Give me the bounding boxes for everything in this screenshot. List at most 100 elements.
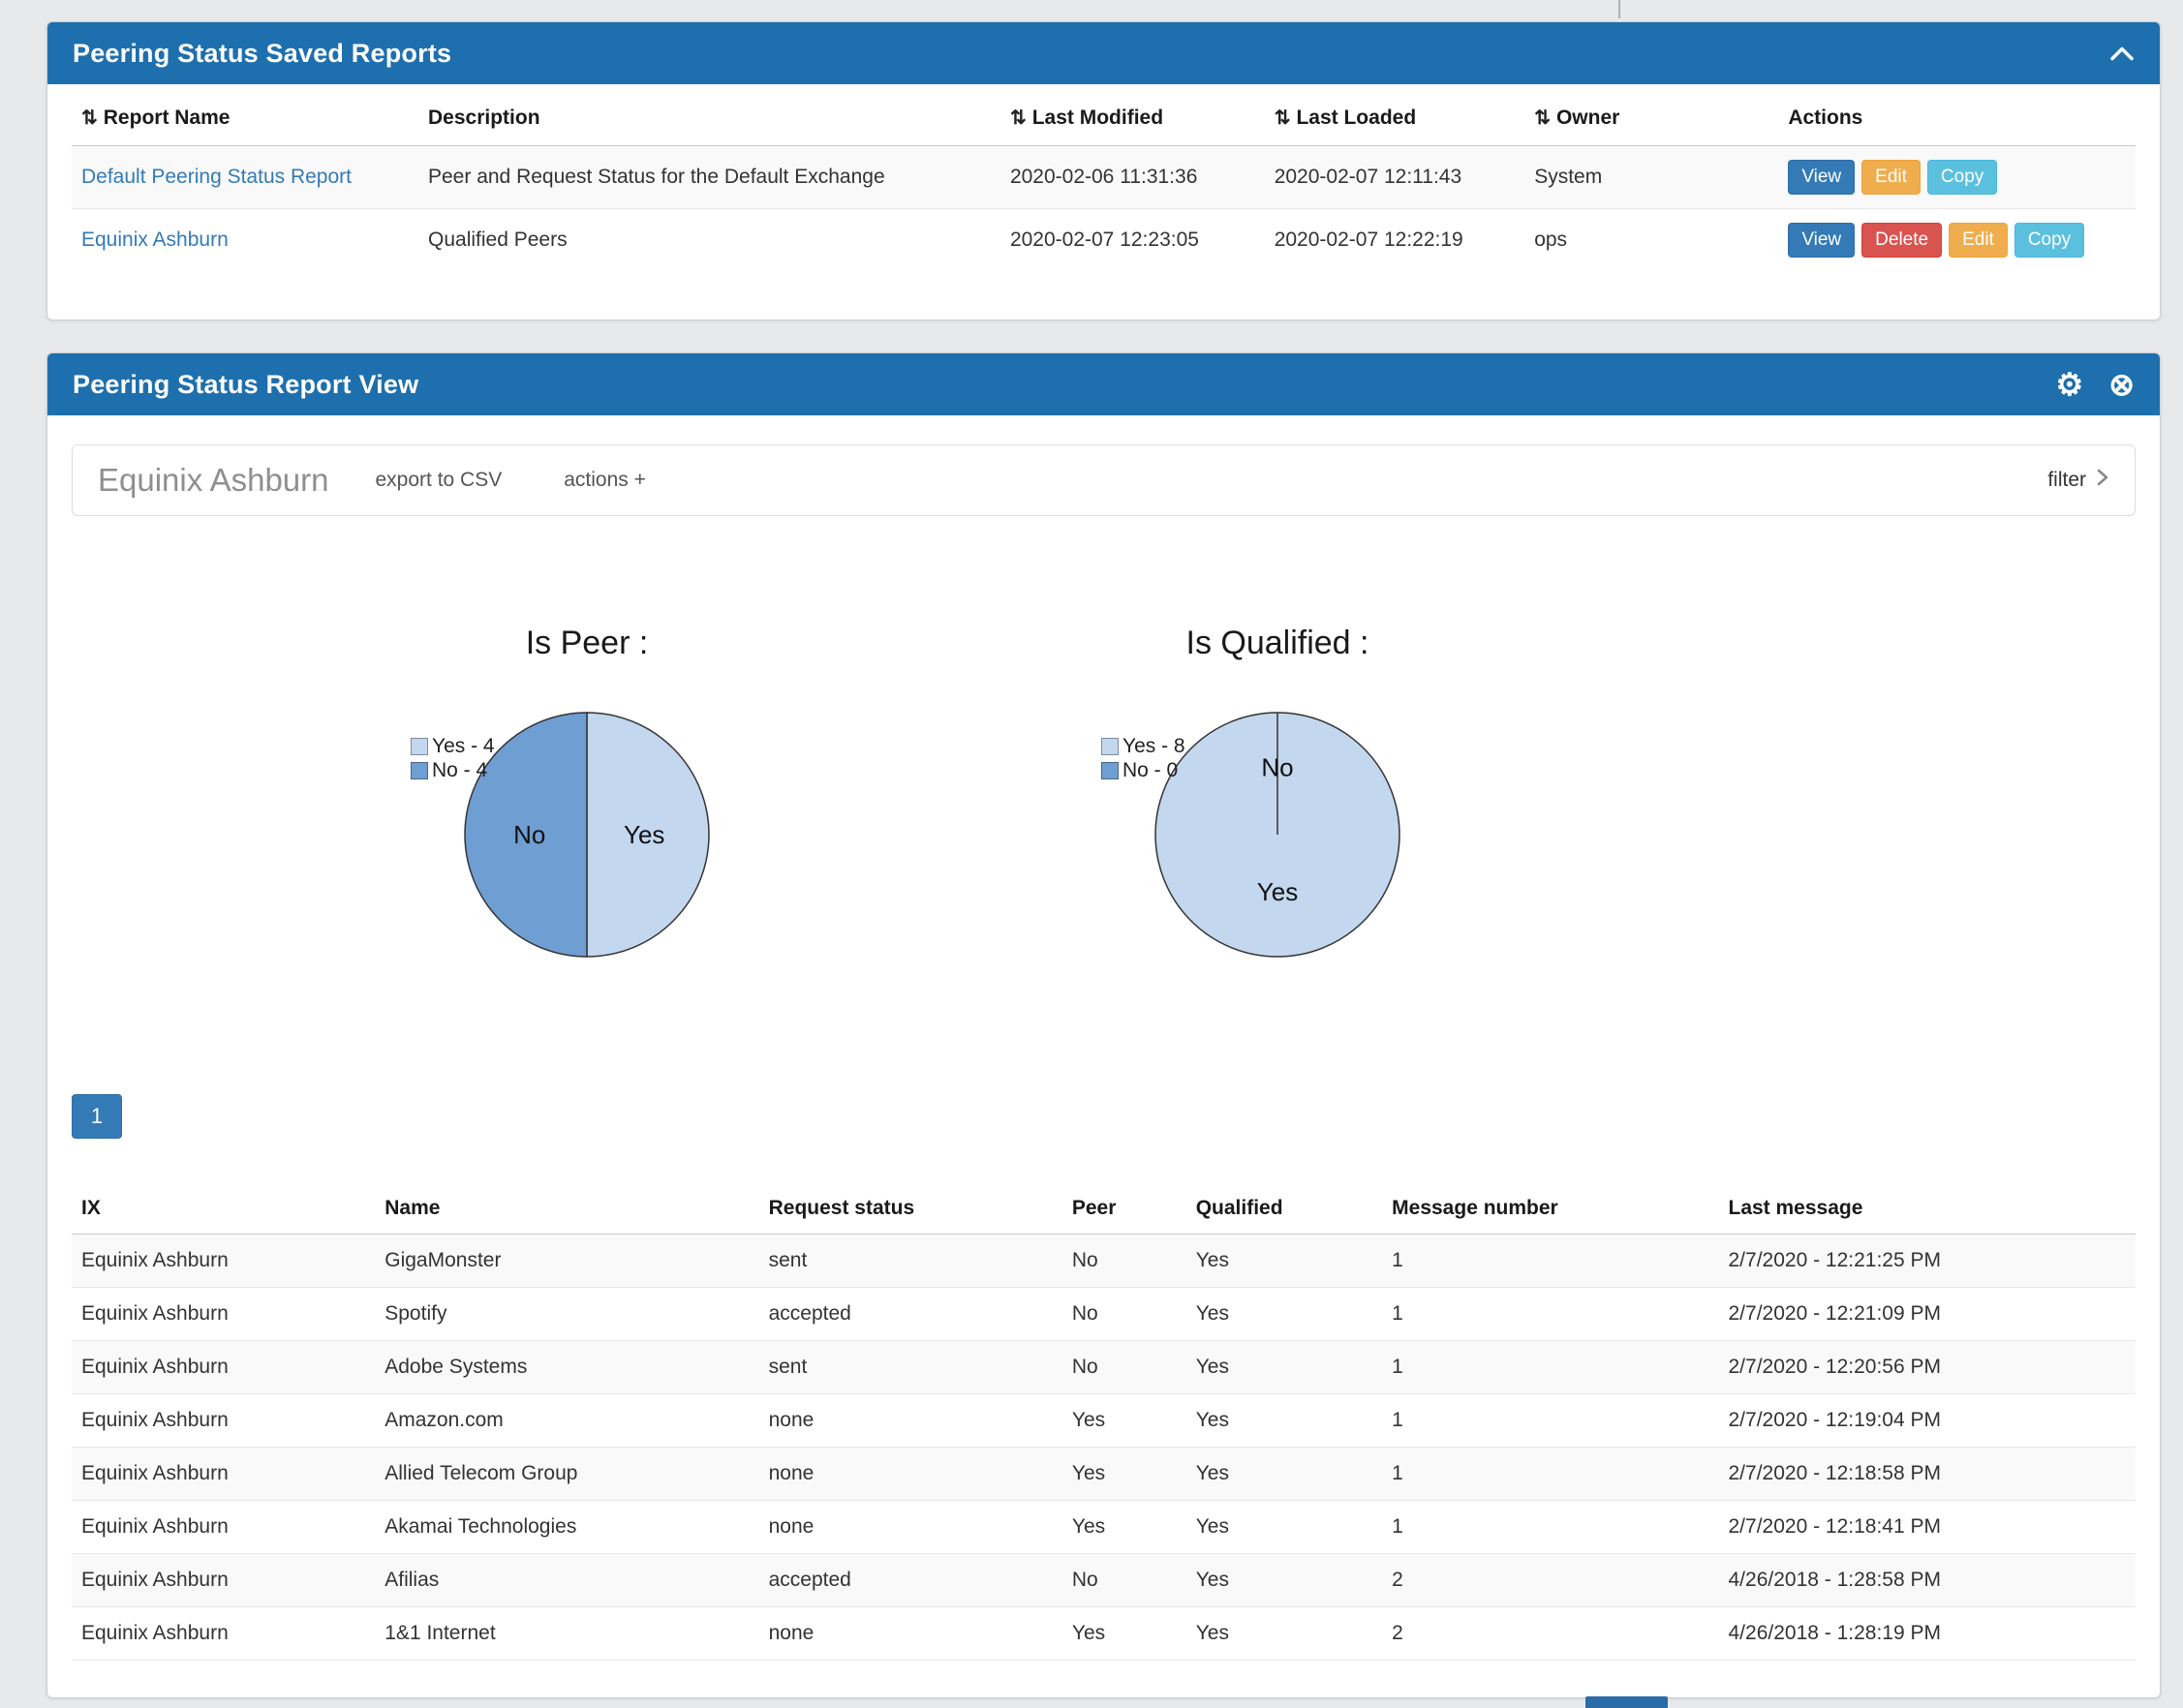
- cell-ix: Equinix Ashburn: [72, 1341, 375, 1394]
- svg-text:No: No: [513, 820, 545, 849]
- result-row: Equinix Ashburn Allied Telecom Group non…: [72, 1448, 2136, 1501]
- col-label: Last Modified: [1032, 107, 1163, 129]
- edit-button[interactable]: Edit: [1861, 160, 1921, 195]
- edit-button[interactable]: Edit: [1949, 223, 2008, 258]
- cell-name: Allied Telecom Group: [375, 1448, 758, 1501]
- report-last-modified-cell: 2020-02-06 11:31:36: [1000, 146, 1265, 209]
- report-link[interactable]: Equinix Ashburn: [81, 229, 229, 251]
- saved-reports-panel-header: Peering Status Saved Reports: [47, 22, 2160, 84]
- legend-label: Yes - 8: [1122, 734, 1185, 758]
- cell-peer: Yes: [1062, 1607, 1186, 1661]
- scrollbar-artifact: [1618, 0, 1620, 18]
- report-link[interactable]: Default Peering Status Report: [81, 166, 352, 188]
- view-button[interactable]: View: [1788, 223, 1855, 258]
- cell-qualified: Yes: [1186, 1341, 1382, 1394]
- legend-item: No - 0: [1101, 758, 1185, 782]
- cell-qualified: Yes: [1186, 1554, 1382, 1607]
- saved-reports-header-row: ⇅Report Name Description ⇅Last Modified …: [72, 90, 2136, 146]
- results-table: IX Name Request status Peer Qualified Me…: [72, 1183, 2136, 1661]
- cell-last-message: 2/7/2020 - 12:21:09 PM: [1719, 1288, 2137, 1341]
- col-last-loaded[interactable]: ⇅Last Loaded: [1265, 90, 1525, 146]
- cell-request-status: accepted: [759, 1554, 1062, 1607]
- cell-name: Spotify: [375, 1288, 758, 1341]
- svg-text:No: No: [1261, 753, 1293, 782]
- cell-qualified: Yes: [1186, 1501, 1382, 1554]
- cell-ix: Equinix Ashburn: [72, 1501, 375, 1554]
- close-icon[interactable]: ⊗: [2108, 369, 2135, 400]
- cell-name: Akamai Technologies: [375, 1501, 758, 1554]
- gear-icon[interactable]: ⚙: [2056, 369, 2084, 400]
- svg-text:Yes: Yes: [624, 820, 664, 849]
- report-last-loaded-cell: 2020-02-07 12:11:43: [1265, 146, 1525, 209]
- chart-body: Yes - 4 No - 4 Yes No: [287, 709, 887, 1021]
- view-button[interactable]: View: [1788, 160, 1855, 195]
- cell-peer: No: [1062, 1235, 1186, 1288]
- cell-message-number: 1: [1382, 1501, 1718, 1554]
- pagination-page-1[interactable]: 1: [72, 1094, 122, 1139]
- result-row: Equinix Ashburn Adobe Systems sent No Ye…: [72, 1341, 2136, 1394]
- report-row: Default Peering Status Report Peer and R…: [72, 146, 2136, 209]
- result-row: Equinix Ashburn GigaMonster sent No Yes …: [72, 1235, 2136, 1288]
- cell-last-message: 2/7/2020 - 12:20:56 PM: [1719, 1341, 2137, 1394]
- cell-peer: Yes: [1062, 1501, 1186, 1554]
- cell-request-status: none: [759, 1448, 1062, 1501]
- cell-qualified: Yes: [1186, 1288, 1382, 1341]
- legend-swatch: [411, 762, 428, 779]
- report-owner-cell: ops: [1524, 209, 1778, 272]
- legend-label: Yes - 4: [432, 734, 495, 758]
- cell-last-message: 2/7/2020 - 12:19:04 PM: [1719, 1394, 2137, 1448]
- sort-icon[interactable]: ⇅: [1010, 107, 1027, 129]
- copy-button[interactable]: Copy: [2014, 223, 2084, 258]
- filter-toggle[interactable]: filter: [2047, 468, 2109, 493]
- report-toolbar: Equinix Ashburn export to CSV actions + …: [72, 444, 2136, 516]
- col-actions: Actions: [1778, 90, 2136, 146]
- actions-menu-link[interactable]: actions +: [564, 469, 646, 492]
- legend-item: Yes - 8: [1101, 734, 1185, 758]
- cell-last-message: 4/26/2018 - 1:28:19 PM: [1719, 1607, 2137, 1661]
- cell-request-status: none: [759, 1607, 1062, 1661]
- cell-message-number: 1: [1382, 1448, 1718, 1501]
- cell-message-number: 2: [1382, 1607, 1718, 1661]
- cell-ix: Equinix Ashburn: [72, 1554, 375, 1607]
- cell-qualified: Yes: [1186, 1448, 1382, 1501]
- legend-swatch: [411, 738, 428, 755]
- copy-button[interactable]: Copy: [1927, 160, 1997, 195]
- result-row: Equinix Ashburn 1&1 Internet none Yes Ye…: [72, 1607, 2136, 1661]
- results-header-row: IX Name Request status Peer Qualified Me…: [72, 1183, 2136, 1235]
- report-description-cell: Qualified Peers: [418, 209, 1000, 272]
- delete-button[interactable]: Delete: [1861, 223, 1942, 258]
- report-name-cell: Default Peering Status Report: [72, 146, 418, 209]
- cell-ix: Equinix Ashburn: [72, 1448, 375, 1501]
- pie-chart-is-peer: Is Peer : Yes - 4 No - 4 Yes No: [287, 625, 887, 1021]
- cell-ix: Equinix Ashburn: [72, 1607, 375, 1661]
- export-csv-link[interactable]: export to CSV: [376, 469, 503, 492]
- col-report-name[interactable]: ⇅ Report Name: [72, 90, 418, 146]
- col-last-modified[interactable]: ⇅Last Modified: [1000, 90, 1265, 146]
- cell-request-status: none: [759, 1501, 1062, 1554]
- chart-title: Is Qualified :: [977, 625, 1578, 662]
- collapse-chevron-up-icon[interactable]: [2109, 46, 2135, 62]
- cell-ix: Equinix Ashburn: [72, 1235, 375, 1288]
- cell-name: 1&1 Internet: [375, 1607, 758, 1661]
- col-request-status: Request status: [759, 1183, 1062, 1235]
- sort-icon[interactable]: ⇅: [1275, 107, 1291, 129]
- cell-qualified: Yes: [1186, 1607, 1382, 1661]
- col-label: Report Name: [104, 107, 231, 129]
- result-row: Equinix Ashburn Amazon.com none Yes Yes …: [72, 1394, 2136, 1448]
- cell-last-message: 2/7/2020 - 12:21:25 PM: [1719, 1235, 2137, 1288]
- sort-icon[interactable]: ⇅: [1534, 107, 1551, 129]
- report-view-body: Equinix Ashburn export to CSV actions + …: [47, 444, 2160, 1697]
- legend-item: Yes - 4: [411, 734, 495, 758]
- cell-last-message: 2/7/2020 - 12:18:41 PM: [1719, 1501, 2137, 1554]
- col-owner[interactable]: ⇅Owner: [1524, 90, 1778, 146]
- col-name: Name: [375, 1183, 758, 1235]
- report-view-panel-header: Peering Status Report View ⚙ ⊗: [47, 353, 2160, 415]
- cell-message-number: 2: [1382, 1554, 1718, 1607]
- legend-item: No - 4: [411, 758, 495, 782]
- col-description: Description: [418, 90, 1000, 146]
- col-label: Owner: [1556, 107, 1619, 129]
- chart-title: Is Peer :: [287, 625, 887, 662]
- cell-request-status: sent: [759, 1341, 1062, 1394]
- sort-icon[interactable]: ⇅: [81, 107, 98, 129]
- legend-swatch: [1101, 762, 1119, 779]
